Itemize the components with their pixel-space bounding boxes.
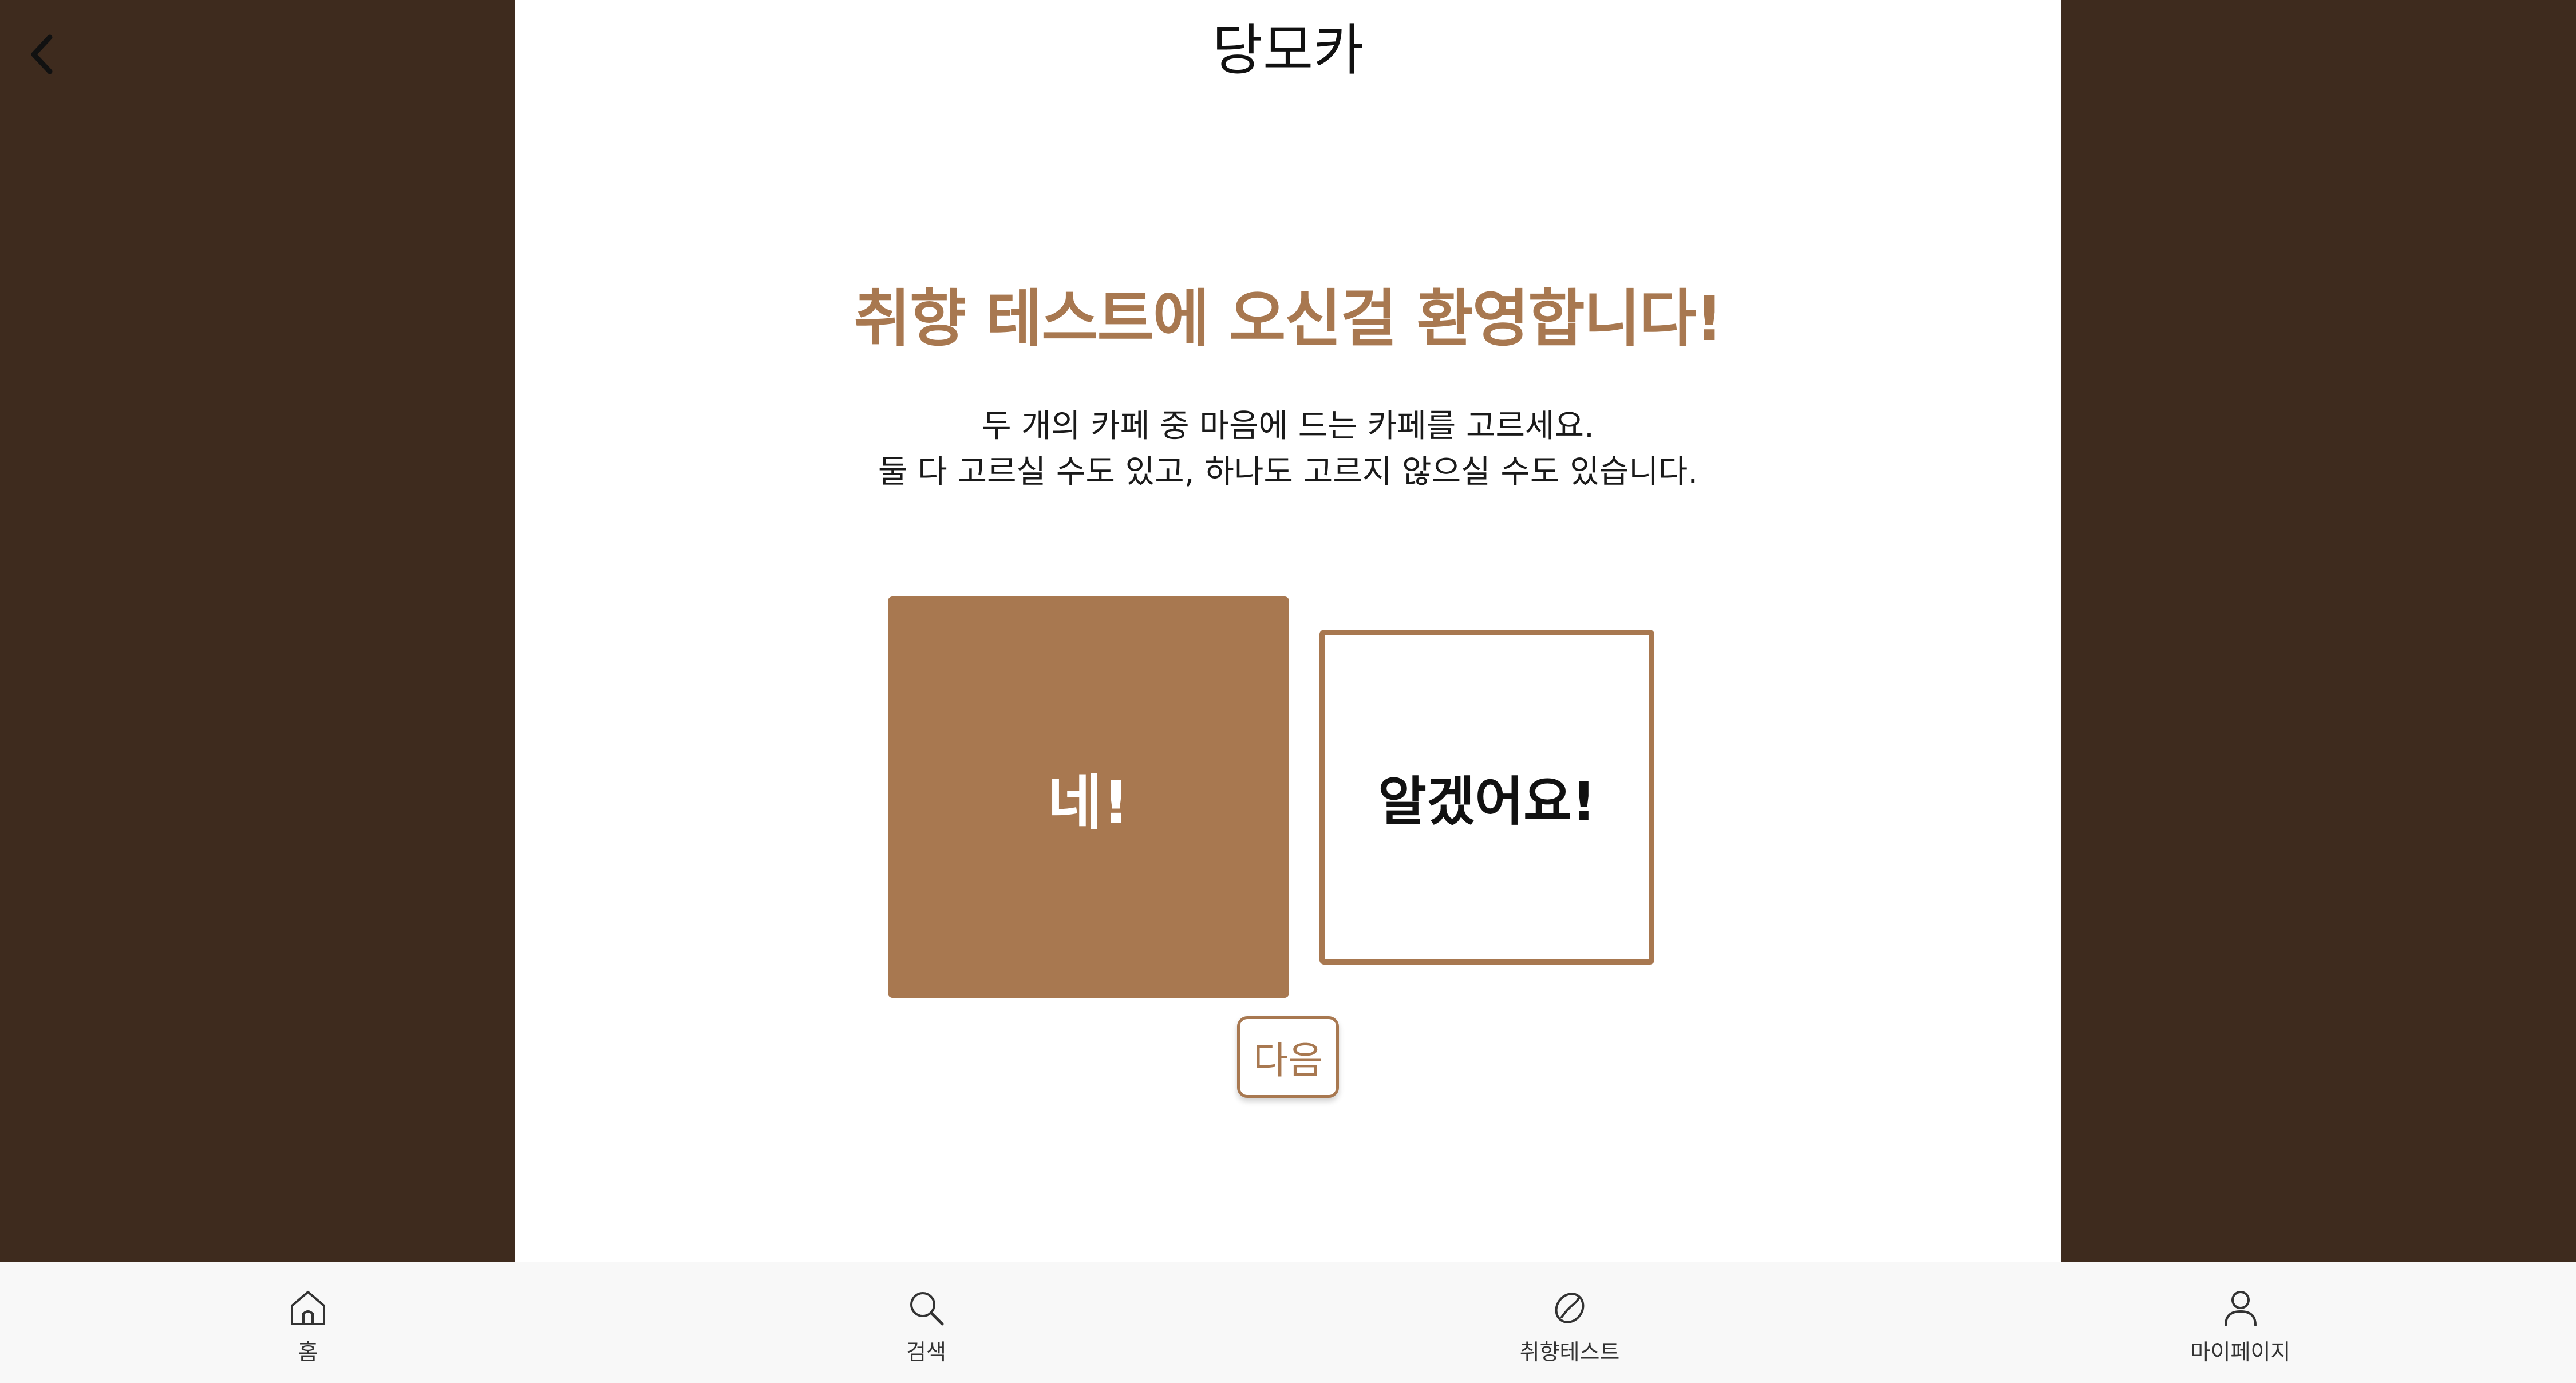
nav-item-mypage[interactable]: 마이페이지 [2138, 1262, 2344, 1383]
right-backdrop [2061, 0, 2576, 1262]
nav-label-search: 검색 [906, 1339, 946, 1365]
nav-label-home: 홈 [298, 1339, 318, 1365]
back-button[interactable] [23, 29, 63, 80]
home-icon [291, 1291, 325, 1325]
main-panel: 당모카 취향 테스트에 오신걸 환영합니다! 두 개의 카페 중 마음에 드는 … [515, 0, 2061, 1262]
nav-label-mypage: 마이페이지 [2190, 1339, 2291, 1365]
nav-item-home[interactable]: 홈 [205, 1262, 411, 1383]
chevron-left-icon [31, 34, 53, 74]
instruction-line-1: 두 개의 카페 중 마음에 드는 카페를 고르세요. [982, 408, 1594, 445]
instructions: 두 개의 카페 중 마음에 드는 카페를 고르세요. 둘 다 고르실 수도 있고… [515, 404, 2061, 495]
nav-item-taste-test[interactable]: 취향테스트 [1467, 1262, 1673, 1383]
welcome-headline: 취향 테스트에 오신걸 환영합니다! [854, 283, 1723, 355]
ok-choice-card[interactable]: 알겠어요! [1319, 630, 1654, 965]
user-icon [2225, 1291, 2257, 1326]
app-stage: 당모카 취향 테스트에 오신걸 환영합니다! 두 개의 카페 중 마음에 드는 … [0, 0, 2576, 1383]
nav-item-search[interactable]: 검색 [823, 1262, 1029, 1383]
bottom-nav: 홈 검색 취향테스트 마이페이지 [0, 1262, 2576, 1383]
instruction-line-2: 둘 다 고르실 수도 있고, 하나도 고르지 않으실 수도 있습니다. [878, 453, 1698, 491]
search-icon [910, 1292, 944, 1326]
app-title: 당모카 [1212, 18, 1364, 82]
next-button[interactable]: 다음 [1237, 1016, 1339, 1098]
yes-choice-card[interactable]: 네! [888, 596, 1289, 998]
left-backdrop [0, 0, 515, 1262]
coffee-bean-icon [1555, 1293, 1585, 1323]
nav-label-taste-test: 취향테스트 [1519, 1339, 1620, 1365]
